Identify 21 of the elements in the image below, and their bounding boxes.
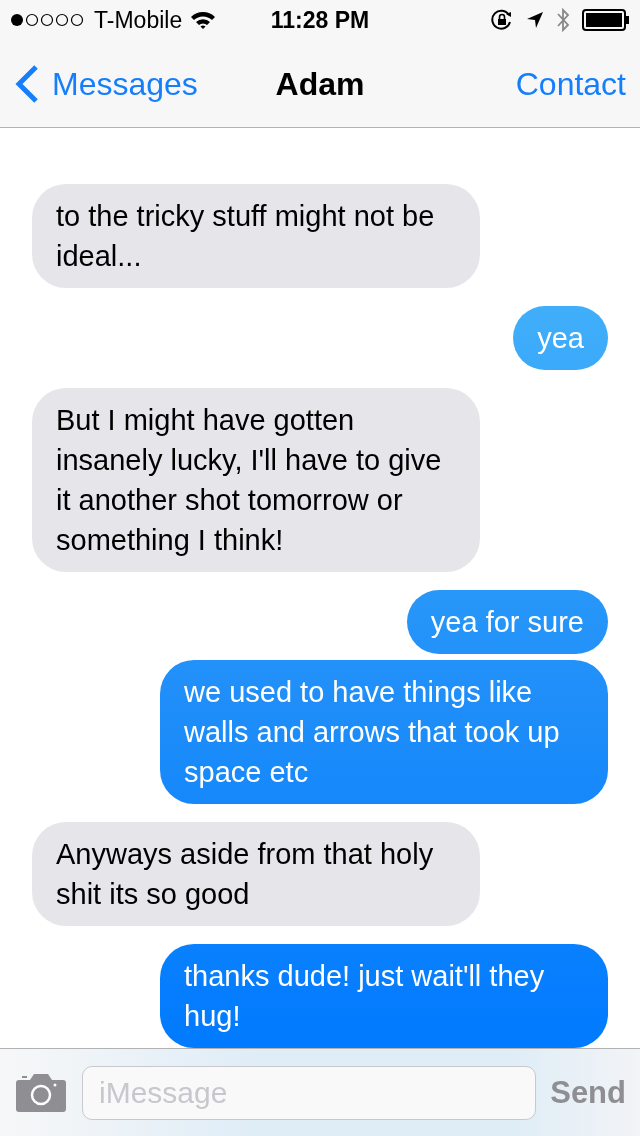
contact-name: Adam	[274, 65, 366, 103]
signal-icon	[10, 13, 86, 27]
wifi-icon	[190, 10, 217, 30]
message-bubble: Anyways aside from that holy shit its so good	[32, 822, 480, 926]
message-bubble: yea for sure	[406, 590, 608, 654]
chevron-left-icon	[14, 64, 40, 104]
clock-time: 11:28 PM	[270, 6, 370, 34]
message-bubble: to the tricky stuff might not be ideal...	[32, 184, 480, 288]
contact-button[interactable]: Contact	[515, 65, 626, 103]
location-arrow-icon	[526, 11, 544, 29]
message-bubble: thanks dude! just wait'll they hug!	[160, 944, 608, 1048]
camera-icon[interactable]	[16, 1073, 68, 1112]
message-bubble: we used to have things like walls and arrows that took up space etc	[160, 660, 608, 804]
message-bubble: yea	[513, 306, 608, 370]
message-bubble: But I might have gotten insanely lucky, I'll have to give it another shot tomorrow or something I think!	[32, 388, 480, 572]
back-button[interactable]: Messages	[14, 64, 198, 104]
battery-icon	[582, 9, 630, 31]
send-button[interactable]: Send	[550, 1074, 626, 1111]
carrier-name: T-Mobile	[94, 6, 183, 34]
bluetooth-icon	[556, 7, 570, 33]
rotation-lock-icon	[490, 8, 514, 32]
